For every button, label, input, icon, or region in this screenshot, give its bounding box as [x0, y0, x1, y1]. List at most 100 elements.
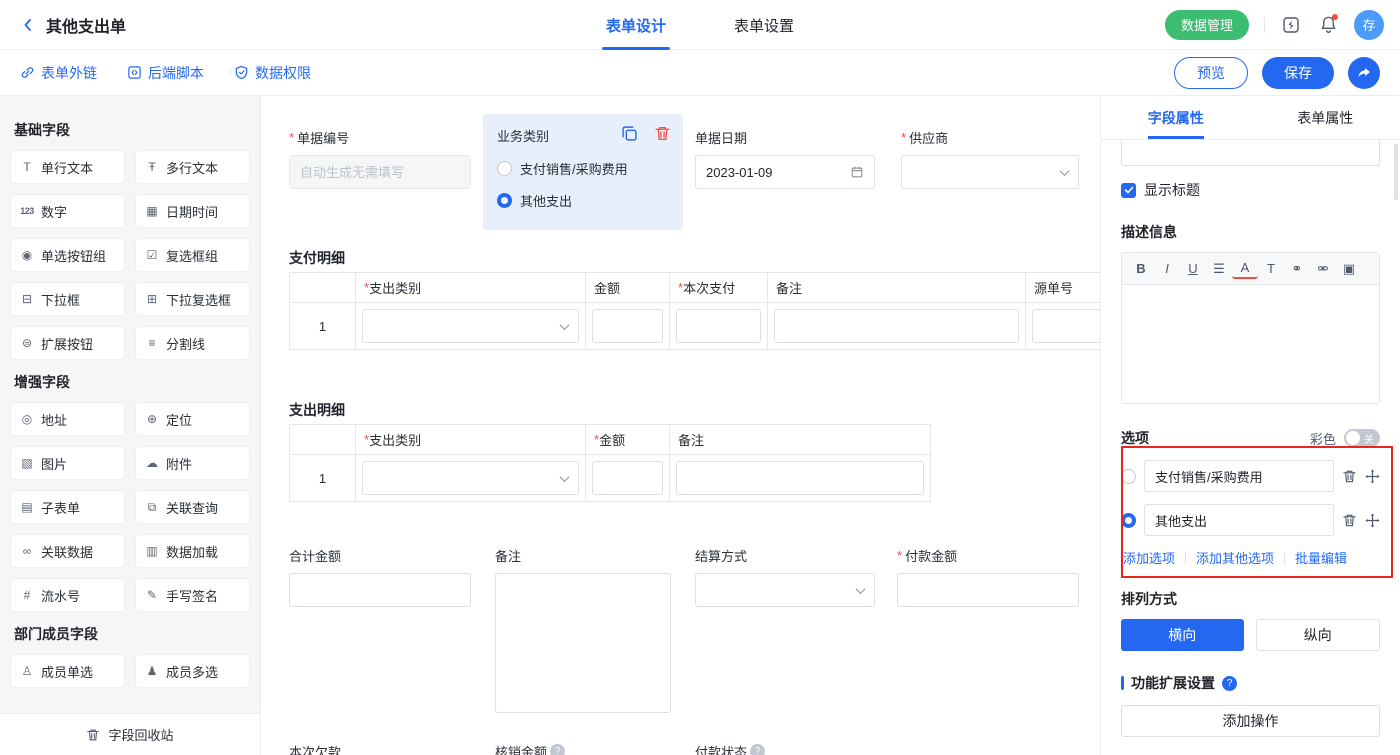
sidebar-field-linked-data[interactable]: ∞关联数据 [10, 534, 125, 568]
tab-form-settings[interactable]: 表单设置 [730, 0, 798, 50]
drag-option-icon[interactable] [1365, 469, 1380, 484]
sidebar-field-image[interactable]: ▧图片 [10, 446, 125, 480]
panel-scrollbar[interactable] [1394, 144, 1398, 200]
sidebar-field-single-line-text[interactable]: T单行文本 [10, 150, 125, 184]
field-remark[interactable]: 备注 [495, 546, 671, 718]
supplier-select[interactable] [901, 155, 1079, 189]
sidebar-field-member-multi[interactable]: ♟成员多选 [135, 654, 250, 688]
field-bill-date[interactable]: 单据日期 2023-01-09 [695, 128, 875, 189]
field-recycle-bin[interactable]: 字段回收站 [0, 713, 260, 755]
italic-icon[interactable]: I [1154, 257, 1180, 281]
settle-method-select[interactable] [695, 573, 875, 607]
sidebar-field-subform[interactable]: ▤子表单 [10, 490, 125, 524]
help-icon[interactable]: ? [550, 744, 565, 755]
add-other-option-link[interactable]: 添加其他选项 [1186, 548, 1284, 567]
this-payment-input[interactable] [676, 309, 761, 343]
data-permission-button[interactable]: 数据权限 [234, 63, 311, 83]
pay-amount-input[interactable] [897, 573, 1079, 607]
sidebar-field-multi-select[interactable]: ⊞下拉复选框 [135, 282, 250, 316]
tab-form-design[interactable]: 表单设计 [602, 0, 670, 50]
remove-link-icon[interactable]: ⚮ [1310, 257, 1336, 281]
font-size-icon[interactable]: T [1258, 257, 1284, 281]
show-title-checkbox-row[interactable]: 显示标题 [1121, 180, 1380, 200]
expense-type-select[interactable] [362, 461, 579, 495]
bill-no-input[interactable] [289, 155, 471, 189]
arrange-vertical-button[interactable]: 纵向 [1256, 619, 1381, 651]
sidebar-field-extend-button[interactable]: ⊜扩展按钮 [10, 326, 125, 360]
align-icon[interactable]: ☰ [1206, 257, 1232, 281]
option-value-input-1[interactable] [1144, 460, 1334, 492]
field-pay-amount[interactable]: *付款金额 [897, 546, 1079, 607]
data-manage-button[interactable]: 数据管理 [1165, 10, 1249, 40]
drag-option-icon[interactable] [1365, 513, 1380, 528]
field-title-input-partial[interactable] [1121, 140, 1380, 166]
field-settle-method[interactable]: 结算方式 [695, 546, 875, 607]
save-button[interactable]: 保存 [1262, 57, 1334, 89]
field-total-amount[interactable]: 合计金额 [289, 546, 471, 607]
help-icon[interactable]: ? [1222, 676, 1237, 691]
option-radio-1[interactable] [1121, 469, 1136, 484]
insert-image-icon[interactable]: ▣ [1336, 257, 1362, 281]
field-business-type-selected[interactable]: 业务类别 支付销售/采购费用 其他支出 [483, 114, 683, 230]
option-radio-2[interactable] [1121, 513, 1136, 528]
copy-field-icon[interactable] [621, 125, 638, 142]
backend-script-button[interactable]: 后端脚本 [127, 63, 204, 83]
avatar[interactable]: 存 [1354, 10, 1384, 40]
checkbox-checked-icon[interactable] [1121, 183, 1136, 198]
total-amount-input[interactable] [289, 573, 471, 607]
help-icon[interactable]: ? [750, 744, 765, 755]
sidebar-field-select[interactable]: ⊟下拉框 [10, 282, 125, 316]
remark-input[interactable] [676, 461, 924, 495]
color-toggle[interactable]: 关 [1344, 429, 1380, 447]
sidebar-field-member-single[interactable]: ♙成员单选 [10, 654, 125, 688]
add-action-button[interactable]: 添加操作 [1121, 705, 1380, 737]
sidebar-field-serial-number[interactable]: #流水号 [10, 578, 125, 612]
remark-textarea[interactable] [495, 573, 671, 713]
delete-field-icon[interactable] [654, 125, 671, 142]
sidebar-field-radio-group[interactable]: ◉单选按钮组 [10, 238, 125, 272]
script-icon [127, 65, 142, 80]
add-option-link[interactable]: 添加选项 [1121, 548, 1185, 567]
sidebar-field-linked-query[interactable]: ⧉关联查询 [135, 490, 250, 524]
back-icon[interactable] [16, 13, 40, 37]
amount-input[interactable] [592, 461, 663, 495]
tab-form-properties[interactable]: 表单属性 [1251, 96, 1400, 139]
sidebar-field-divider[interactable]: ≡分割线 [135, 326, 250, 360]
expense-type-select[interactable] [362, 309, 579, 343]
field-bill-no[interactable]: *单据编号 [289, 128, 471, 189]
bold-icon[interactable]: B [1128, 257, 1154, 281]
external-link-button[interactable]: 表单外链 [20, 63, 97, 83]
source-no-input[interactable] [1032, 309, 1100, 343]
sidebar-field-multi-line-text[interactable]: Ŧ多行文本 [135, 150, 250, 184]
editor-content[interactable] [1122, 285, 1379, 403]
sidebar-field-attachment[interactable]: ☁附件 [135, 446, 250, 480]
font-color-icon[interactable]: A [1232, 259, 1258, 279]
remark-input[interactable] [774, 309, 1019, 343]
notification-bell-icon[interactable] [1317, 14, 1339, 36]
sidebar-field-number[interactable]: 123数字 [10, 194, 125, 228]
radio-other-expense[interactable] [497, 193, 512, 208]
col-expense-type: *支出类别 [356, 273, 586, 303]
option-value-input-2[interactable] [1144, 504, 1334, 536]
radio-pay-sales[interactable] [497, 161, 512, 176]
delete-option-icon[interactable] [1342, 469, 1357, 484]
sidebar-field-location[interactable]: ⊕定位 [135, 402, 250, 436]
pay-detail-header-row: *支出类别 金额 *本次支付 备注 源单号 [290, 273, 1100, 303]
amount-input[interactable] [592, 309, 663, 343]
delete-option-icon[interactable] [1342, 513, 1357, 528]
insert-link-icon[interactable]: ⚭ [1284, 257, 1310, 281]
sidebar-field-datetime[interactable]: ▦日期时间 [135, 194, 250, 228]
bill-date-input[interactable]: 2023-01-09 [695, 155, 875, 189]
sidebar-field-address[interactable]: ◎地址 [10, 402, 125, 436]
share-button[interactable] [1348, 57, 1380, 89]
tab-field-properties[interactable]: 字段属性 [1101, 96, 1251, 139]
field-supplier[interactable]: *供应商 [901, 128, 1079, 189]
batch-edit-link[interactable]: 批量编辑 [1285, 548, 1357, 567]
preview-button[interactable]: 预览 [1174, 57, 1248, 89]
sidebar-field-data-load[interactable]: ▥数据加载 [135, 534, 250, 568]
app-center-icon[interactable] [1280, 14, 1302, 36]
sidebar-field-checkbox-group[interactable]: ☑复选框组 [135, 238, 250, 272]
sidebar-field-signature[interactable]: ✎手写签名 [135, 578, 250, 612]
underline-icon[interactable]: U [1180, 257, 1206, 281]
arrange-horizontal-button[interactable]: 横向 [1121, 619, 1244, 651]
